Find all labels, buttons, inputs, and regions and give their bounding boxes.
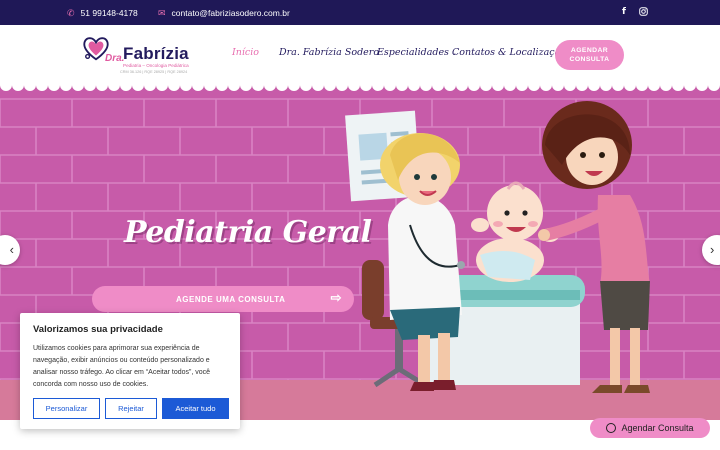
hero-title: Pediatria Geral bbox=[124, 215, 372, 250]
scalloped-border bbox=[0, 82, 720, 91]
cookie-title: Valorizamos sua privacidade bbox=[33, 324, 163, 335]
envelope-icon: ✉ bbox=[158, 7, 166, 18]
phone-link[interactable]: ✆ 51 99148-4178 bbox=[67, 8, 138, 18]
cookie-buttons: Personalizar Rejeitar Aceitar tudo bbox=[33, 398, 229, 419]
nav-contatos[interactable]: Contatos & Localização bbox=[452, 47, 566, 58]
chevron-right-icon: › bbox=[710, 242, 715, 257]
schedule-button-label: AGENDAR CONSULTA bbox=[569, 47, 610, 63]
top-bar: ✆ 51 99148-4178 ✉ contato@fabriziasodero… bbox=[0, 0, 720, 25]
logo-name: Fabrízia bbox=[123, 44, 189, 63]
arrow-right-icon: ⇨ bbox=[330, 290, 342, 305]
whatsapp-icon bbox=[606, 423, 617, 433]
phone-number: 51 99148-4178 bbox=[80, 8, 138, 18]
nav-especialidades[interactable]: Especialidades ⌄ bbox=[377, 47, 457, 58]
logo-subtitle: Pediatria – Oncologia Pediátrica bbox=[123, 63, 189, 68]
site-logo[interactable]: Dra. Fabrízia Pediatria – Oncologia Pedi… bbox=[82, 33, 202, 77]
cookie-consent-banner: Valorizamos sua privacidade Utilizamos c… bbox=[20, 313, 240, 429]
chevron-left-icon: ‹ bbox=[9, 242, 14, 257]
page: ✆ 51 99148-4178 ✉ contato@fabriziasodero… bbox=[0, 0, 720, 450]
logo-prefix: Dra. bbox=[105, 53, 125, 64]
instagram-icon[interactable] bbox=[639, 7, 648, 19]
phone-icon: ✆ bbox=[67, 7, 75, 18]
nav-especialidades-label: Especialidades bbox=[377, 47, 449, 58]
doctor-baby-illustration bbox=[345, 101, 650, 393]
hero-button-label: AGENDE UMA CONSULTA bbox=[176, 295, 286, 304]
email-link[interactable]: ✉ contato@fabriziasodero.com.br bbox=[158, 8, 290, 18]
schedule-button[interactable]: AGENDAR CONSULTA bbox=[555, 40, 624, 70]
cookie-text: Utilizamos cookies para aprimorar sua ex… bbox=[33, 345, 211, 388]
cookie-reject-button[interactable]: Rejeitar bbox=[105, 398, 157, 419]
logo-registry: CRM 36.126 | RQE 28925 | RQE 28924 bbox=[120, 70, 188, 74]
site-header: Dra. Fabrízia Pediatria – Oncologia Pedi… bbox=[0, 25, 720, 85]
whatsapp-schedule-button[interactable]: Agendar Consulta bbox=[590, 418, 710, 438]
nav-dra-fabrizia[interactable]: Dra. Fabrízia Sodero bbox=[279, 47, 379, 58]
email-address: contato@fabriziasodero.com.br bbox=[171, 8, 290, 18]
hero-schedule-button[interactable]: AGENDE UMA CONSULTA ⇨ bbox=[92, 286, 354, 312]
whatsapp-label: Agendar Consulta bbox=[621, 423, 694, 433]
cookie-accept-button[interactable]: Aceitar tudo bbox=[162, 398, 229, 419]
nav-inicio[interactable]: Início bbox=[232, 47, 259, 58]
facebook-icon[interactable]: f bbox=[622, 7, 626, 17]
cookie-customize-button[interactable]: Personalizar bbox=[33, 398, 100, 419]
